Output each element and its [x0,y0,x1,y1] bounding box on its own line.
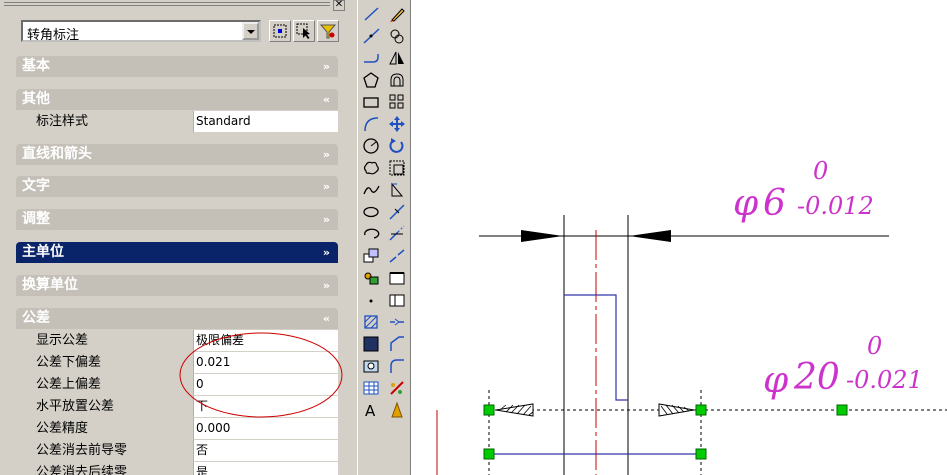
modify-toolbar [384,0,411,475]
make-block-icon[interactable] [361,268,382,288]
ellipse-arc-icon[interactable] [361,224,382,244]
drawing-geometry [436,215,947,475]
explode-icon[interactable] [387,356,408,376]
mirror-icon[interactable] [387,48,408,68]
move-icon[interactable] [387,114,408,134]
arrowhead-icon [521,230,563,242]
grip-handle[interactable] [483,448,495,460]
grip-handle[interactable] [695,404,707,416]
rotate-icon[interactable] [387,136,408,156]
revision-cloud-icon[interactable] [361,158,382,178]
ellipse-icon[interactable] [361,202,382,222]
diameter-symbol: φ [733,183,759,224]
fillet-icon[interactable] [387,334,408,354]
upper-deviation: 0 [867,332,883,360]
diameter-symbol: φ [763,360,789,401]
scale-icon[interactable] [387,158,408,178]
gradient-icon[interactable] [361,334,382,354]
hatch-icon[interactable] [361,312,382,332]
point-icon[interactable] [361,290,382,310]
trim-icon[interactable] [387,202,408,222]
extend-icon[interactable] [387,224,408,244]
polygon-icon[interactable] [361,70,382,90]
arc-icon[interactable] [361,114,382,134]
upper-deviation: 0 [813,157,829,185]
lower-deviation: -0.021 [846,366,923,394]
match-properties-icon[interactable] [387,400,408,420]
polyline-icon[interactable] [361,48,382,68]
stretch-icon[interactable] [387,180,408,200]
grip-handle[interactable] [836,404,848,416]
rectangle-icon[interactable] [361,92,382,112]
break-at-point-icon[interactable] [387,246,408,266]
arrowhead-icon [629,230,671,242]
nominal-value: 6 [763,183,786,224]
nominal-value: 20 [794,357,840,398]
array-icon[interactable] [387,92,408,112]
draw-toolbar: A [357,0,384,475]
construction-line-icon[interactable] [361,26,382,46]
insert-block-icon[interactable] [361,246,382,266]
grip-handle[interactable] [695,448,707,460]
join-icon[interactable] [387,290,408,310]
line-icon[interactable] [361,4,382,24]
spline-icon[interactable] [361,180,382,200]
properties-icon[interactable] [387,378,408,398]
table-icon[interactable] [361,378,382,398]
break-icon[interactable] [387,268,408,288]
grip-handle[interactable] [483,404,495,416]
chamfer-icon[interactable] [387,312,408,332]
region-icon[interactable] [361,356,382,376]
erase-icon[interactable] [387,4,408,24]
copy-icon[interactable] [387,26,408,46]
drawing-canvas[interactable]: φ 6 0 -0.012 φ 20 0 -0.021 [411,0,947,475]
lower-deviation: -0.012 [797,192,874,220]
multiline-text-icon[interactable]: A [361,400,382,420]
properties-palette: ✕ 转角标注 基本 » 其他 « 标注样式 Standard 直线和箭头 » 文… [0,0,357,475]
annotation-ellipse [179,332,343,418]
offset-icon[interactable] [387,70,408,90]
circle-icon[interactable] [361,136,382,156]
svg-text:A: A [365,402,376,420]
